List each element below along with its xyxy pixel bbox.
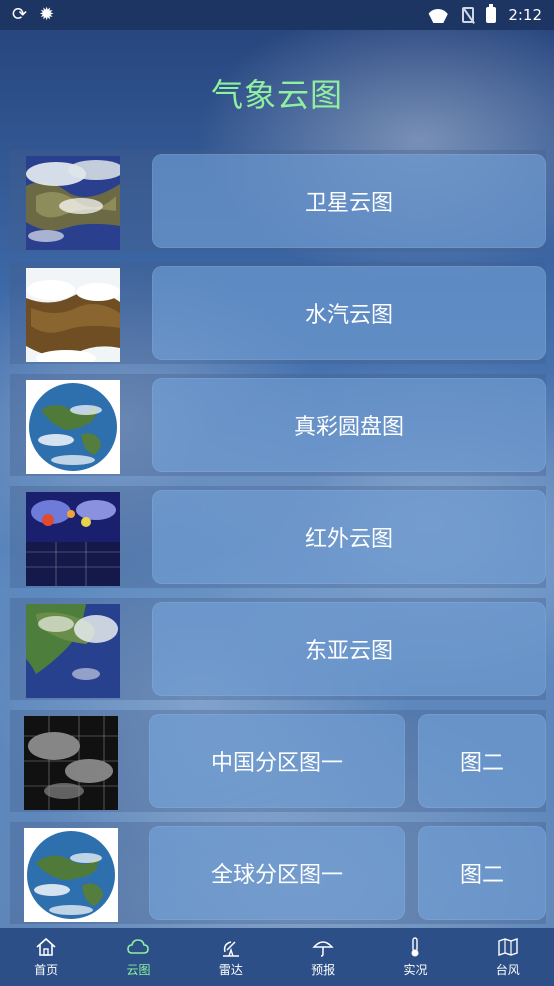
sync-icon: ⟳ (12, 4, 28, 25)
infrared-thumbnail[interactable] (26, 492, 120, 586)
home-icon (36, 937, 56, 956)
global-region-1-button[interactable]: 全球分区图一 (149, 826, 405, 920)
china-region-1-button[interactable]: 中国分区图一 (149, 714, 405, 808)
tab-label: 云图 (126, 963, 151, 977)
infrared-button[interactable]: 红外云图 (152, 490, 546, 584)
tab-cloud[interactable]: 云图 (92, 928, 184, 986)
cloud-icon (127, 939, 150, 954)
water-vapor-thumbnail[interactable] (26, 268, 120, 362)
tab-label: 实况 (403, 963, 428, 977)
water-vapor-button[interactable]: 水汽云图 (152, 266, 546, 360)
tab-typhoon[interactable]: 台风 (462, 928, 554, 986)
list-item: 中国分区图一 图二 (10, 710, 546, 812)
list-item: 水汽云图 (10, 262, 546, 364)
no-sim-icon (462, 7, 475, 23)
china-region-thumbnail[interactable] (24, 716, 118, 810)
east-asia-thumbnail[interactable] (26, 604, 120, 698)
status-time: 2:12 (508, 6, 542, 24)
thermometer-icon (411, 937, 419, 957)
page-title: 气象云图 (210, 76, 343, 114)
radar-icon (222, 941, 239, 957)
east-asia-button[interactable]: 东亚云图 (152, 602, 546, 696)
tab-label: 雷达 (218, 963, 243, 977)
map-icon (498, 938, 518, 956)
status-bar: ⟳ ✹ 2:12 (0, 0, 554, 30)
global-region-2-button[interactable]: 图二 (418, 826, 546, 920)
tab-label: 台风 (495, 963, 520, 977)
list-item: 卫星云图 (10, 150, 546, 252)
tab-radar[interactable]: 雷达 (185, 928, 277, 986)
satellite-cloud-button[interactable]: 卫星云图 (152, 154, 546, 248)
tab-observation[interactable]: 实况 (369, 928, 461, 986)
tab-label: 首页 (34, 963, 59, 977)
notification-icon: ✹ (39, 4, 55, 25)
china-region-2-button[interactable]: 图二 (418, 714, 546, 808)
list-item: 红外云图 (10, 486, 546, 588)
umbrella-icon (312, 941, 334, 957)
list-item: 真彩圆盘图 (10, 374, 546, 476)
battery-icon (486, 4, 497, 23)
satellite-thumbnail[interactable] (26, 156, 120, 250)
global-region-thumbnail[interactable] (24, 828, 118, 922)
true-color-disk-button[interactable]: 真彩圆盘图 (152, 378, 546, 472)
true-color-disk-thumbnail[interactable] (26, 380, 120, 474)
tab-label: 预报 (311, 963, 336, 977)
tab-home[interactable]: 首页 (0, 928, 92, 986)
bottom-tab-bar: 首页 云图 雷达 预报 实况 台风 (0, 928, 554, 986)
list-item: 东亚云图 (10, 598, 546, 700)
tab-forecast[interactable]: 预报 (277, 928, 369, 986)
list-item: 全球分区图一 图二 (10, 822, 546, 924)
wifi-icon (426, 7, 450, 23)
